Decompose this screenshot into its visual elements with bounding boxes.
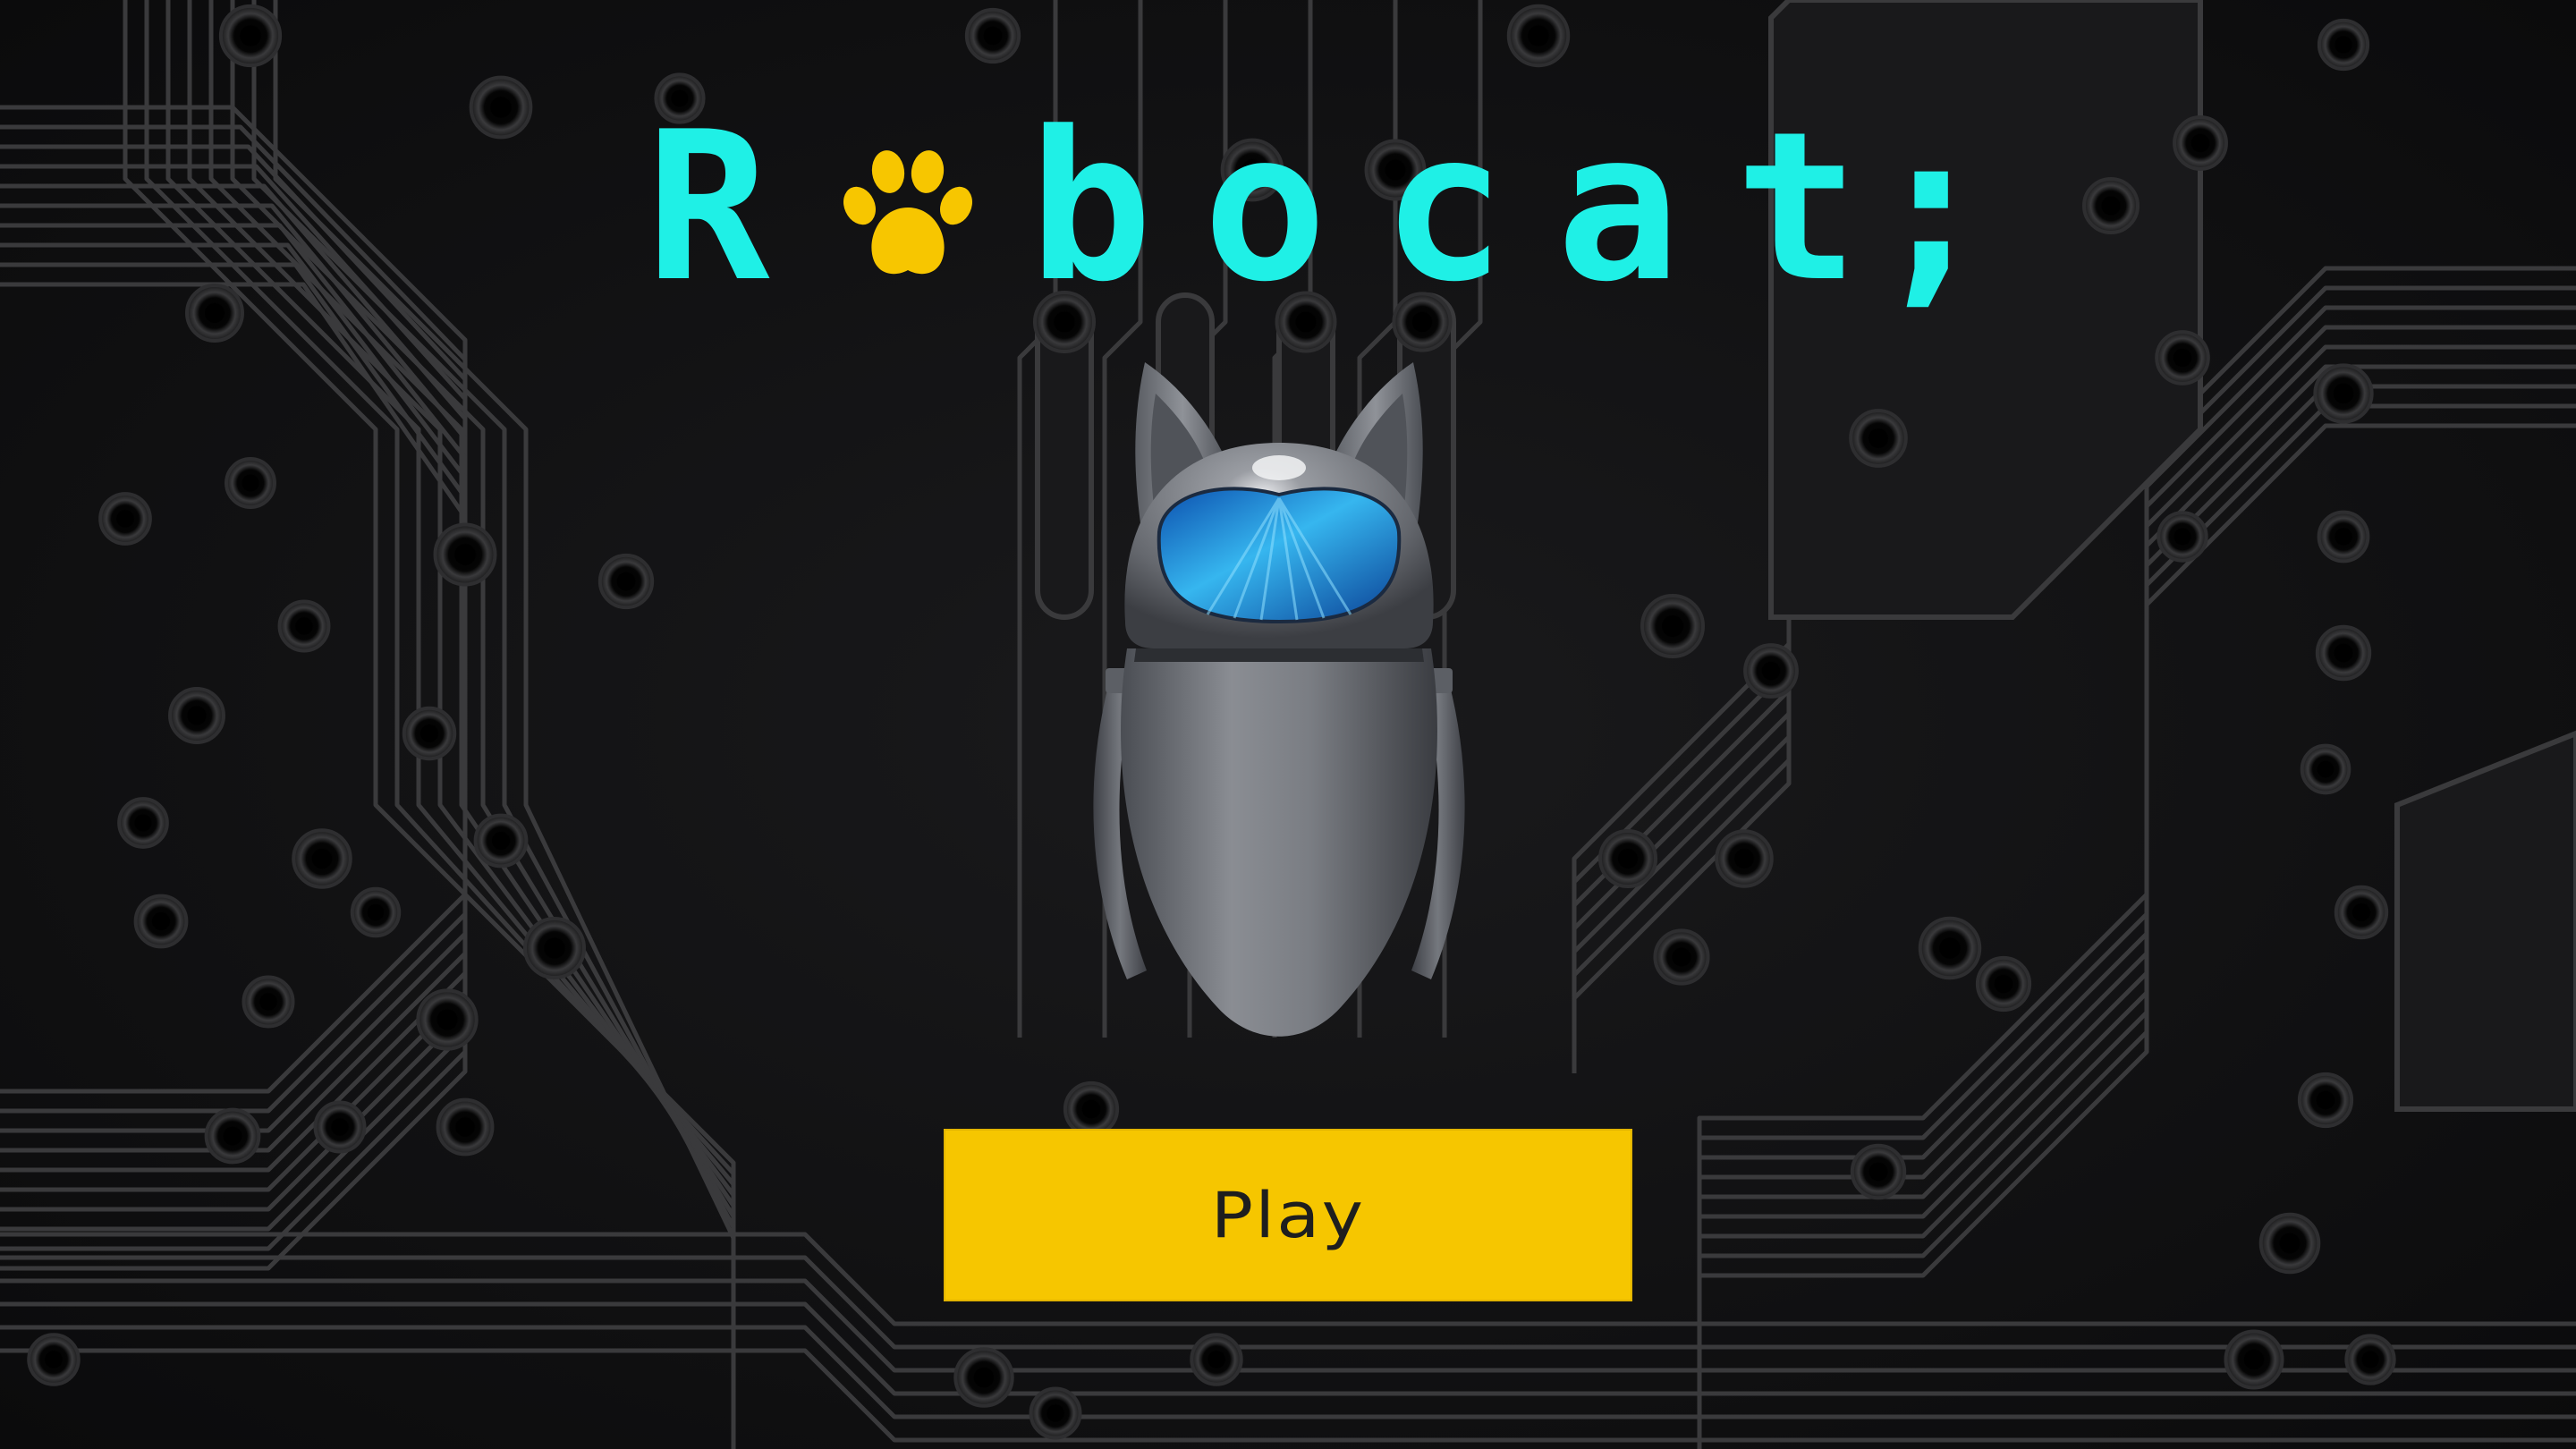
title-letter-a: a [1556, 89, 1681, 327]
paw-icon [843, 150, 972, 275]
title-letter-r: R [646, 89, 770, 327]
title-letter-c: c [1382, 89, 1506, 327]
title-letter-semicolon: ; [1869, 89, 1994, 327]
title-letter-b: b [1029, 89, 1153, 327]
play-button-label: Play [1210, 1178, 1366, 1252]
title-letter-o: o [1203, 89, 1327, 327]
main-menu-screen: R b o c a t ; Play [0, 0, 2576, 1449]
title-letter-t: t [1735, 89, 1860, 327]
play-button[interactable]: Play [944, 1129, 1632, 1301]
game-title: R b o c a t ; [0, 97, 2576, 320]
robot-cat-icon [1093, 362, 1465, 1037]
